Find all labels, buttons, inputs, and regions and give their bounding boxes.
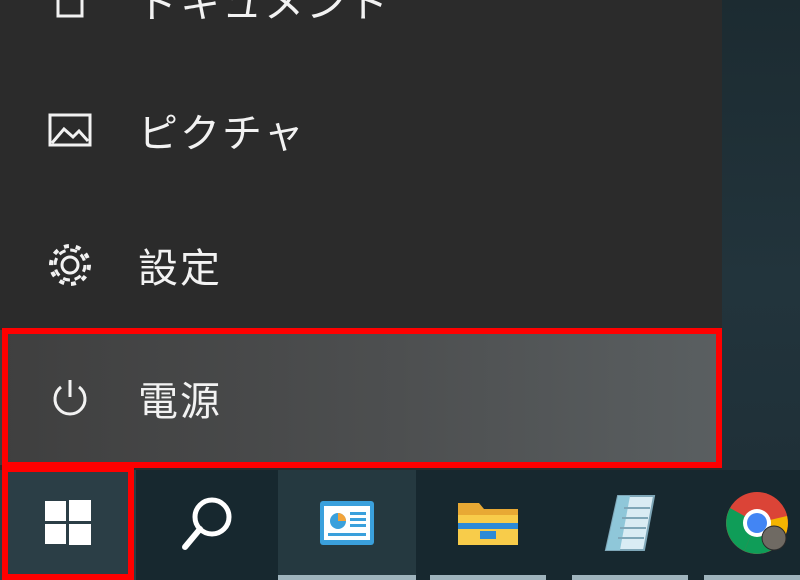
running-indicator — [704, 575, 800, 580]
document-icon — [44, 0, 96, 26]
app-window-icon — [318, 497, 376, 553]
start-menu-item-label: ドキュメント — [138, 0, 390, 27]
folder-icon — [455, 495, 521, 555]
start-menu-item-documents[interactable]: ドキュメント — [0, 0, 722, 60]
notepad-button[interactable] — [560, 470, 700, 580]
start-button[interactable] — [0, 470, 136, 580]
chrome-icon — [724, 490, 790, 560]
running-indicator — [430, 575, 546, 580]
start-menu-item-label: 設定 — [138, 246, 222, 292]
taskbar-app-button[interactable] — [278, 470, 416, 580]
power-icon — [44, 372, 96, 424]
running-indicator — [278, 575, 416, 580]
notepad-icon — [600, 492, 660, 558]
chrome-button[interactable] — [704, 470, 800, 580]
search-button[interactable] — [137, 470, 277, 580]
start-menu: ドキュメント ピクチャ 設定 電源 — [0, 0, 722, 470]
running-indicator — [572, 575, 688, 580]
start-menu-item-label: 電源 — [138, 378, 222, 425]
taskbar — [0, 470, 800, 580]
start-menu-item-settings[interactable]: 設定 — [0, 205, 722, 325]
windows-logo-icon — [45, 500, 91, 550]
start-menu-item-label: ピクチャ — [138, 111, 306, 157]
search-icon — [177, 493, 237, 557]
picture-icon — [44, 104, 96, 156]
file-explorer-button[interactable] — [418, 470, 558, 580]
start-menu-item-pictures[interactable]: ピクチャ — [0, 70, 722, 190]
start-menu-item-power[interactable]: 電源 — [0, 330, 722, 465]
gear-icon — [44, 239, 96, 291]
